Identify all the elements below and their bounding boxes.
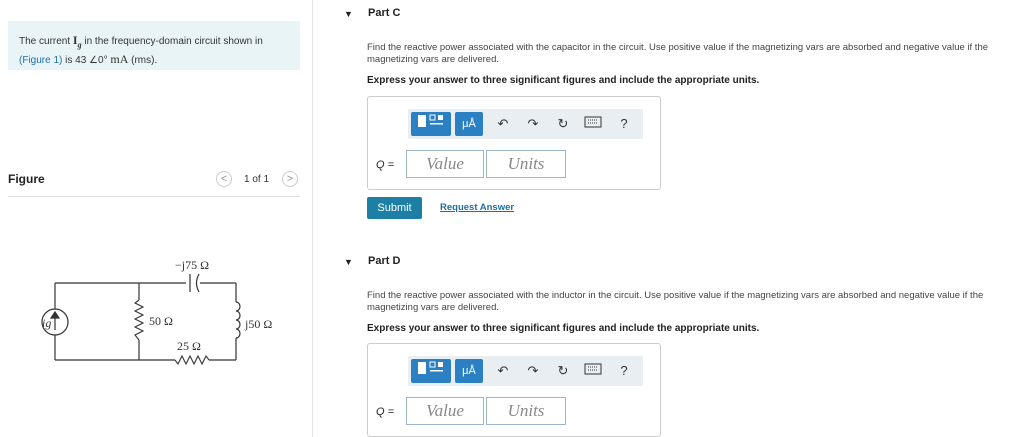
value-input[interactable]: Value [406, 397, 484, 425]
units-input[interactable]: Units [486, 150, 566, 178]
source-label: ig [42, 316, 51, 330]
part-c-label: Part C [368, 7, 401, 19]
part-d-instruction: Express your answer to three significant… [367, 323, 760, 334]
templates-icon [418, 114, 443, 127]
prev-figure-button[interactable]: < [216, 171, 232, 187]
units-button[interactable]: μÅ [455, 359, 483, 383]
figure-divider [8, 196, 300, 197]
inductor-coil [235, 301, 241, 339]
redo-icon[interactable]: ↷ [522, 360, 544, 382]
q-label: Q = [376, 159, 395, 171]
next-figure-button[interactable]: > [282, 171, 298, 187]
caret-down-icon: ▼ [344, 9, 353, 19]
problem-text: The current Ig in the frequency-domain c… [19, 33, 263, 68]
intro-middle: in the frequency-domain circuit shown in [84, 36, 263, 47]
part-c-toolbar: μÅ ↶ ↷ ↻ ? [408, 109, 643, 139]
part-d-question: Find the reactive power associated with … [367, 290, 984, 313]
unit-ma: mA [110, 52, 129, 67]
left-panel: The current Ig in the frequency-domain c… [0, 0, 313, 437]
right-panel: ▼ Part C Find the reactive power associa… [312, 0, 1024, 437]
circuit-diagram: ig −j75 Ω 50 Ω 25 Ω j50 Ω [41, 258, 272, 366]
angle-symbol: ∠ [89, 55, 99, 67]
q-label: Q = [376, 406, 395, 418]
r1-label: 50 Ω [149, 314, 173, 328]
request-answer-link[interactable]: Request Answer [440, 202, 514, 213]
part-c-instruction: Express your answer to three significant… [367, 75, 760, 86]
units-input[interactable]: Units [486, 397, 566, 425]
part-d-label: Part D [368, 255, 401, 267]
part-d-answer-box: μÅ ↶ ↷ ↻ ? Q = Value Units [367, 343, 661, 437]
reset-icon[interactable]: ↻ [552, 360, 574, 382]
undo-icon[interactable]: ↶ [492, 113, 514, 135]
templates-button[interactable] [411, 359, 451, 383]
inductor-label: j50 Ω [244, 317, 272, 331]
value-input[interactable]: Value [406, 150, 484, 178]
rms-text: (rms). [131, 55, 158, 67]
part-c-answer-box: μÅ ↶ ↷ ↻ ? Q = Value Units [367, 96, 661, 190]
templates-button[interactable] [411, 112, 451, 136]
part-d-toolbar: μÅ ↶ ↷ ↻ ? [408, 356, 643, 386]
units-button[interactable]: μÅ [455, 112, 483, 136]
resistor-50 [133, 299, 145, 341]
reset-icon[interactable]: ↻ [552, 113, 574, 135]
keyboard-icon[interactable] [582, 360, 604, 382]
figure-title: Figure [8, 172, 45, 186]
redo-icon[interactable]: ↷ [522, 113, 544, 135]
part-c-question: Find the reactive power associated with … [367, 42, 989, 65]
templates-icon [418, 361, 443, 374]
keyboard-icon[interactable] [582, 113, 604, 135]
current-symbol: Ig [72, 33, 82, 50]
capacitor-gap [186, 277, 200, 289]
submit-button[interactable]: Submit [367, 197, 422, 219]
help-button[interactable]: ? [613, 113, 635, 135]
intro-prefix: The current [19, 36, 71, 47]
figure-link[interactable]: (Figure 1) [19, 55, 62, 66]
caret-down-icon: ▼ [344, 257, 353, 267]
intro-is: is 43 [65, 55, 87, 67]
angle-value: 0° [98, 55, 108, 67]
pager-label: 1 of 1 [244, 174, 270, 185]
help-button[interactable]: ? [613, 360, 635, 382]
r2-label: 25 Ω [177, 339, 201, 353]
capacitor-label: −j75 Ω [175, 258, 209, 272]
undo-icon[interactable]: ↶ [492, 360, 514, 382]
problem-intro: The current Ig in the frequency-domain c… [8, 21, 300, 70]
